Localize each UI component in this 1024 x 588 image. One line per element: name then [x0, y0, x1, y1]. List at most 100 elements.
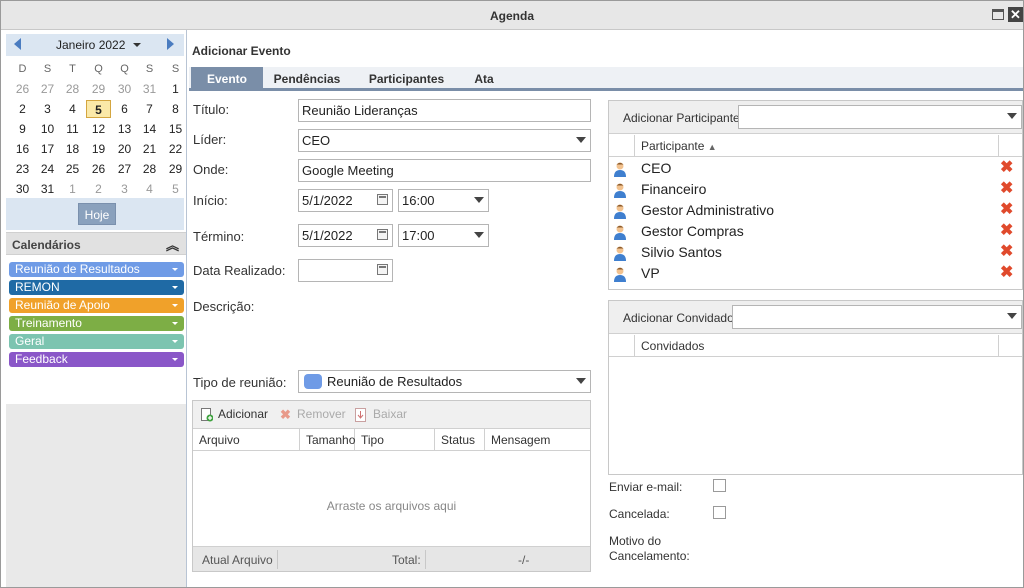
remove-participant-icon[interactable]: ✖ — [1000, 160, 1013, 176]
termino-date-input[interactable]: 5/1/2022 — [298, 224, 393, 247]
email-checkbox[interactable] — [713, 479, 726, 492]
month-dropdown-icon[interactable] — [133, 43, 141, 47]
calendar-day[interactable]: 2 — [86, 180, 111, 198]
calendar-day[interactable]: 5 — [163, 180, 188, 198]
participant-row[interactable]: CEO ✖ — [609, 158, 1022, 179]
chevron-down-icon[interactable] — [576, 378, 586, 384]
calendar-day[interactable]: 24 — [35, 160, 60, 178]
tipo-select[interactable]: Reunião de Resultados — [298, 370, 591, 393]
calendar-day[interactable]: 31 — [35, 180, 60, 198]
guests-column-label[interactable]: Convidados — [641, 339, 704, 353]
remove-participant-icon[interactable]: ✖ — [1000, 223, 1013, 239]
calendar-icon[interactable] — [377, 229, 388, 240]
remove-participant-icon[interactable]: ✖ — [1000, 244, 1013, 260]
chevron-down-icon[interactable] — [1007, 113, 1017, 119]
tab-participantes[interactable]: Participantes — [359, 67, 454, 91]
chevron-down-icon[interactable] — [172, 340, 178, 343]
month-label[interactable]: Janeiro 2022 — [56, 38, 125, 52]
calendar-item[interactable]: Treinamento — [9, 316, 184, 331]
calendar-day[interactable]: 30 — [10, 180, 35, 198]
close-button[interactable]: ✕ — [1008, 7, 1023, 22]
calendar-day-selected[interactable]: 5 — [86, 100, 111, 118]
calendar-day[interactable]: 1 — [163, 80, 188, 98]
chevron-down-icon[interactable] — [172, 322, 178, 325]
chevron-down-icon[interactable] — [576, 137, 586, 143]
titulo-input[interactable]: Reunião Lideranças — [298, 99, 591, 122]
calendar-item[interactable]: Reunião de Apoio — [9, 298, 184, 313]
calendar-day[interactable]: 21 — [137, 140, 162, 158]
calendar-day[interactable]: 18 — [60, 140, 85, 158]
next-month-icon[interactable] — [167, 38, 174, 50]
calendar-day[interactable]: 29 — [86, 80, 111, 98]
participant-row[interactable]: Financeiro ✖ — [609, 179, 1022, 200]
calendar-item[interactable]: Reunião de Resultados — [9, 262, 184, 277]
add-file-button[interactable]: Adicionar — [218, 407, 268, 421]
calendar-day[interactable]: 19 — [86, 140, 111, 158]
collapse-icon[interactable]: ︽ — [166, 235, 179, 254]
calendar-day[interactable]: 30 — [112, 80, 137, 98]
calendar-item[interactable]: Feedback — [9, 352, 184, 367]
calendar-day[interactable]: 4 — [60, 100, 85, 118]
tab-evento[interactable]: Evento — [191, 67, 263, 91]
lider-select[interactable]: CEO — [298, 129, 591, 152]
calendar-day[interactable]: 28 — [60, 80, 85, 98]
participant-row[interactable]: Gestor Compras ✖ — [609, 221, 1022, 242]
calendar-day[interactable]: 16 — [10, 140, 35, 158]
calendar-icon[interactable] — [377, 264, 388, 275]
calendar-day[interactable]: 3 — [112, 180, 137, 198]
calendar-day[interactable]: 14 — [137, 120, 162, 138]
calendar-day[interactable]: 6 — [112, 100, 137, 118]
col-mensagem[interactable]: Mensagem — [485, 429, 590, 451]
col-status[interactable]: Status — [435, 429, 485, 451]
chevron-down-icon[interactable] — [1007, 313, 1017, 319]
calendar-day[interactable]: 13 — [112, 120, 137, 138]
drop-zone-message[interactable]: Arraste os arquivos aqui — [193, 499, 590, 513]
calendar-item[interactable]: Geral — [9, 334, 184, 349]
participant-row[interactable]: Silvio Santos ✖ — [609, 242, 1022, 263]
realizado-date-input[interactable] — [298, 259, 393, 282]
calendar-day[interactable]: 7 — [137, 100, 162, 118]
inicio-time-select[interactable]: 16:00 — [398, 189, 489, 212]
participant-column-label[interactable]: Participante ▲ — [641, 139, 717, 153]
calendar-day[interactable]: 11 — [60, 120, 85, 138]
calendar-day[interactable]: 29 — [163, 160, 188, 178]
inicio-date-input[interactable]: 5/1/2022 — [298, 189, 393, 212]
calendars-section-header[interactable]: Calendários ︽ — [6, 232, 186, 255]
chevron-down-icon[interactable] — [172, 286, 178, 289]
calendar-day[interactable]: 26 — [10, 80, 35, 98]
calendar-day[interactable]: 25 — [60, 160, 85, 178]
calendar-day[interactable]: 9 — [10, 120, 35, 138]
calendar-day[interactable]: 4 — [137, 180, 162, 198]
calendar-day[interactable]: 31 — [137, 80, 162, 98]
calendar-day[interactable]: 15 — [163, 120, 188, 138]
calendar-day[interactable]: 20 — [112, 140, 137, 158]
calendar-day[interactable]: 23 — [10, 160, 35, 178]
chevron-down-icon[interactable] — [172, 358, 178, 361]
tab-pendencias[interactable]: Pendências — [265, 67, 349, 91]
calendar-day[interactable]: 1 — [60, 180, 85, 198]
calendar-day[interactable]: 27 — [35, 80, 60, 98]
maximize-icon[interactable] — [992, 9, 1004, 20]
remove-participant-icon[interactable]: ✖ — [1000, 181, 1013, 197]
participant-row[interactable]: VP ✖ — [609, 263, 1022, 284]
remove-participant-icon[interactable]: ✖ — [1000, 265, 1013, 281]
calendar-day[interactable]: 22 — [163, 140, 188, 158]
col-tamanho[interactable]: Tamanho — [300, 429, 355, 451]
calendar-icon[interactable] — [377, 194, 388, 205]
termino-time-select[interactable]: 17:00 — [398, 224, 489, 247]
col-tipo[interactable]: Tipo — [355, 429, 435, 451]
chevron-down-icon[interactable] — [172, 304, 178, 307]
remove-file-button[interactable]: Remover — [297, 407, 346, 421]
onde-input[interactable]: Google Meeting — [298, 159, 591, 182]
calendar-day[interactable]: 28 — [137, 160, 162, 178]
participant-row[interactable]: Gestor Administrativo ✖ — [609, 200, 1022, 221]
calendar-day[interactable]: 2 — [10, 100, 35, 118]
prev-month-icon[interactable] — [14, 38, 21, 50]
calendar-day[interactable]: 17 — [35, 140, 60, 158]
cancelada-checkbox[interactable] — [713, 506, 726, 519]
chevron-down-icon[interactable] — [474, 197, 484, 203]
calendar-day[interactable]: 27 — [112, 160, 137, 178]
chevron-down-icon[interactable] — [172, 268, 178, 271]
calendar-day[interactable]: 8 — [163, 100, 188, 118]
calendar-day[interactable]: 10 — [35, 120, 60, 138]
